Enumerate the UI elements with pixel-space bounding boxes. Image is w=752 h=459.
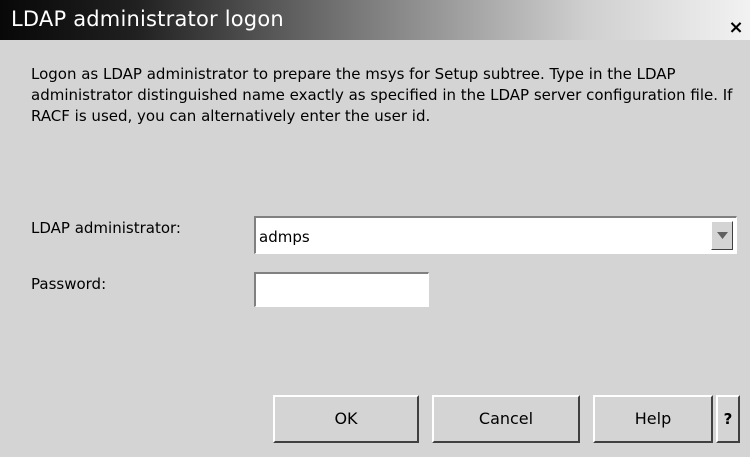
password-label: Password: [31, 275, 107, 293]
ok-button[interactable]: OK [273, 395, 419, 443]
help-button[interactable]: Help [593, 395, 713, 443]
ldap-administrator-label: LDAP administrator: [31, 219, 181, 237]
context-help-button[interactable]: ? [716, 395, 740, 443]
ldap-logon-dialog: LDAP administrator logon × Logon as LDAP… [0, 0, 752, 459]
instructions-text: Logon as LDAP administrator to prepare t… [31, 65, 733, 125]
ldap-administrator-combobox[interactable]: admps [254, 216, 737, 254]
cancel-button[interactable]: Cancel [432, 395, 580, 443]
dropdown-button[interactable] [711, 221, 733, 250]
window-title: LDAP administrator logon [11, 7, 284, 31]
password-field[interactable] [254, 272, 429, 307]
close-icon[interactable]: × [725, 18, 747, 38]
title-bar[interactable]: LDAP administrator logon × [0, 0, 750, 40]
ldap-administrator-value[interactable]: admps [259, 228, 310, 246]
chevron-down-icon [717, 232, 728, 239]
